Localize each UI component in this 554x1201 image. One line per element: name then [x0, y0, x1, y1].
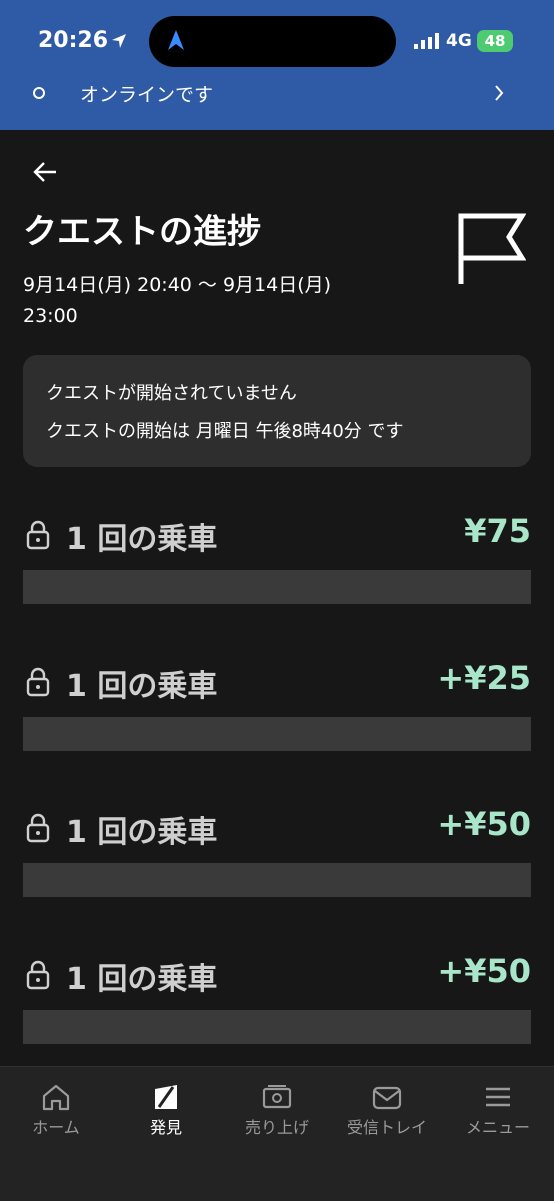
quest-step: 1 回の乗車 ¥75 — [0, 510, 554, 630]
quest-date-range: 9月14日(月) 20:40 〜 9月14日(月) — [23, 274, 332, 296]
quest-step: 1 回の乗車 +¥50 — [0, 950, 554, 1070]
quest-notice-card: クエストが開始されていません クエストの開始は 月曜日 午後8時40分 です — [23, 355, 531, 467]
nav-item-home[interactable]: ホーム — [1, 1067, 111, 1147]
cash-icon — [262, 1085, 292, 1109]
notice-title: クエストが開始されていません — [46, 383, 297, 404]
nav-item-earnings[interactable]: 売り上げ — [222, 1067, 332, 1147]
quest-step-label: 1 回の乗車 — [66, 522, 218, 557]
battery-charging-icon: 48 — [477, 30, 513, 52]
lock-icon — [26, 520, 50, 550]
notice-detail: クエストの開始は 月曜日 午後8時40分 です — [46, 421, 404, 442]
status-time: 20:26 — [38, 28, 109, 53]
nav-item-inbox[interactable]: 受信トレイ — [332, 1067, 442, 1147]
quest-step-label: 1 回の乗車 — [66, 815, 218, 850]
quest-step-reward: +¥25 — [437, 659, 531, 697]
menu-icon — [486, 1087, 510, 1107]
lock-icon — [26, 667, 50, 697]
network-type: 4G — [446, 31, 472, 51]
lock-icon — [26, 960, 50, 990]
lock-icon — [26, 813, 50, 843]
quest-step-reward: +¥50 — [437, 952, 531, 990]
nav-label-discover: 発見 — [149, 1118, 182, 1137]
quest-progress-bar — [23, 570, 531, 604]
quest-step-label: 1 回の乗車 — [66, 962, 218, 997]
online-status[interactable]: オンラインです — [80, 80, 213, 107]
nav-label-home: ホーム — [32, 1118, 80, 1137]
status-dot-icon — [33, 87, 45, 99]
top-banner: 20:26 4G 48 オンラインです — [0, 0, 554, 130]
location-arrow-icon — [112, 34, 126, 48]
nav-item-menu[interactable]: メニュー — [443, 1067, 553, 1147]
quest-progress-bar — [23, 717, 531, 751]
dynamic-island — [149, 16, 396, 67]
signal-icon — [414, 33, 439, 49]
back-arrow-icon[interactable] — [32, 160, 58, 184]
nav-label-inbox: 受信トレイ — [346, 1118, 427, 1137]
home-icon — [42, 1084, 70, 1111]
bottom-nav: ホーム 発見 売り上げ 受信トレイ メニュー — [0, 1066, 554, 1201]
quest-step-label: 1 回の乗車 — [66, 669, 218, 704]
nav-item-discover[interactable]: 発見 — [111, 1067, 221, 1147]
battery-level: 48 — [484, 32, 506, 50]
flag-icon — [458, 213, 526, 284]
nav-label-menu: メニュー — [465, 1118, 530, 1137]
quest-step: 1 回の乗車 +¥50 — [0, 803, 554, 923]
chevron-right-icon[interactable] — [493, 84, 505, 102]
navigation-icon — [168, 30, 184, 50]
quest-end-time: 23:00 — [23, 305, 78, 327]
compass-icon — [155, 1085, 177, 1109]
page-title: クエストの進捗 — [23, 212, 261, 252]
quest-step: 1 回の乗車 +¥25 — [0, 657, 554, 777]
quest-step-reward: ¥75 — [464, 512, 531, 550]
mail-icon — [372, 1086, 402, 1110]
quest-step-reward: +¥50 — [437, 805, 531, 843]
nav-label-earnings: 売り上げ — [244, 1118, 309, 1137]
quest-progress-bar — [23, 863, 531, 897]
quest-progress-bar — [23, 1010, 531, 1044]
